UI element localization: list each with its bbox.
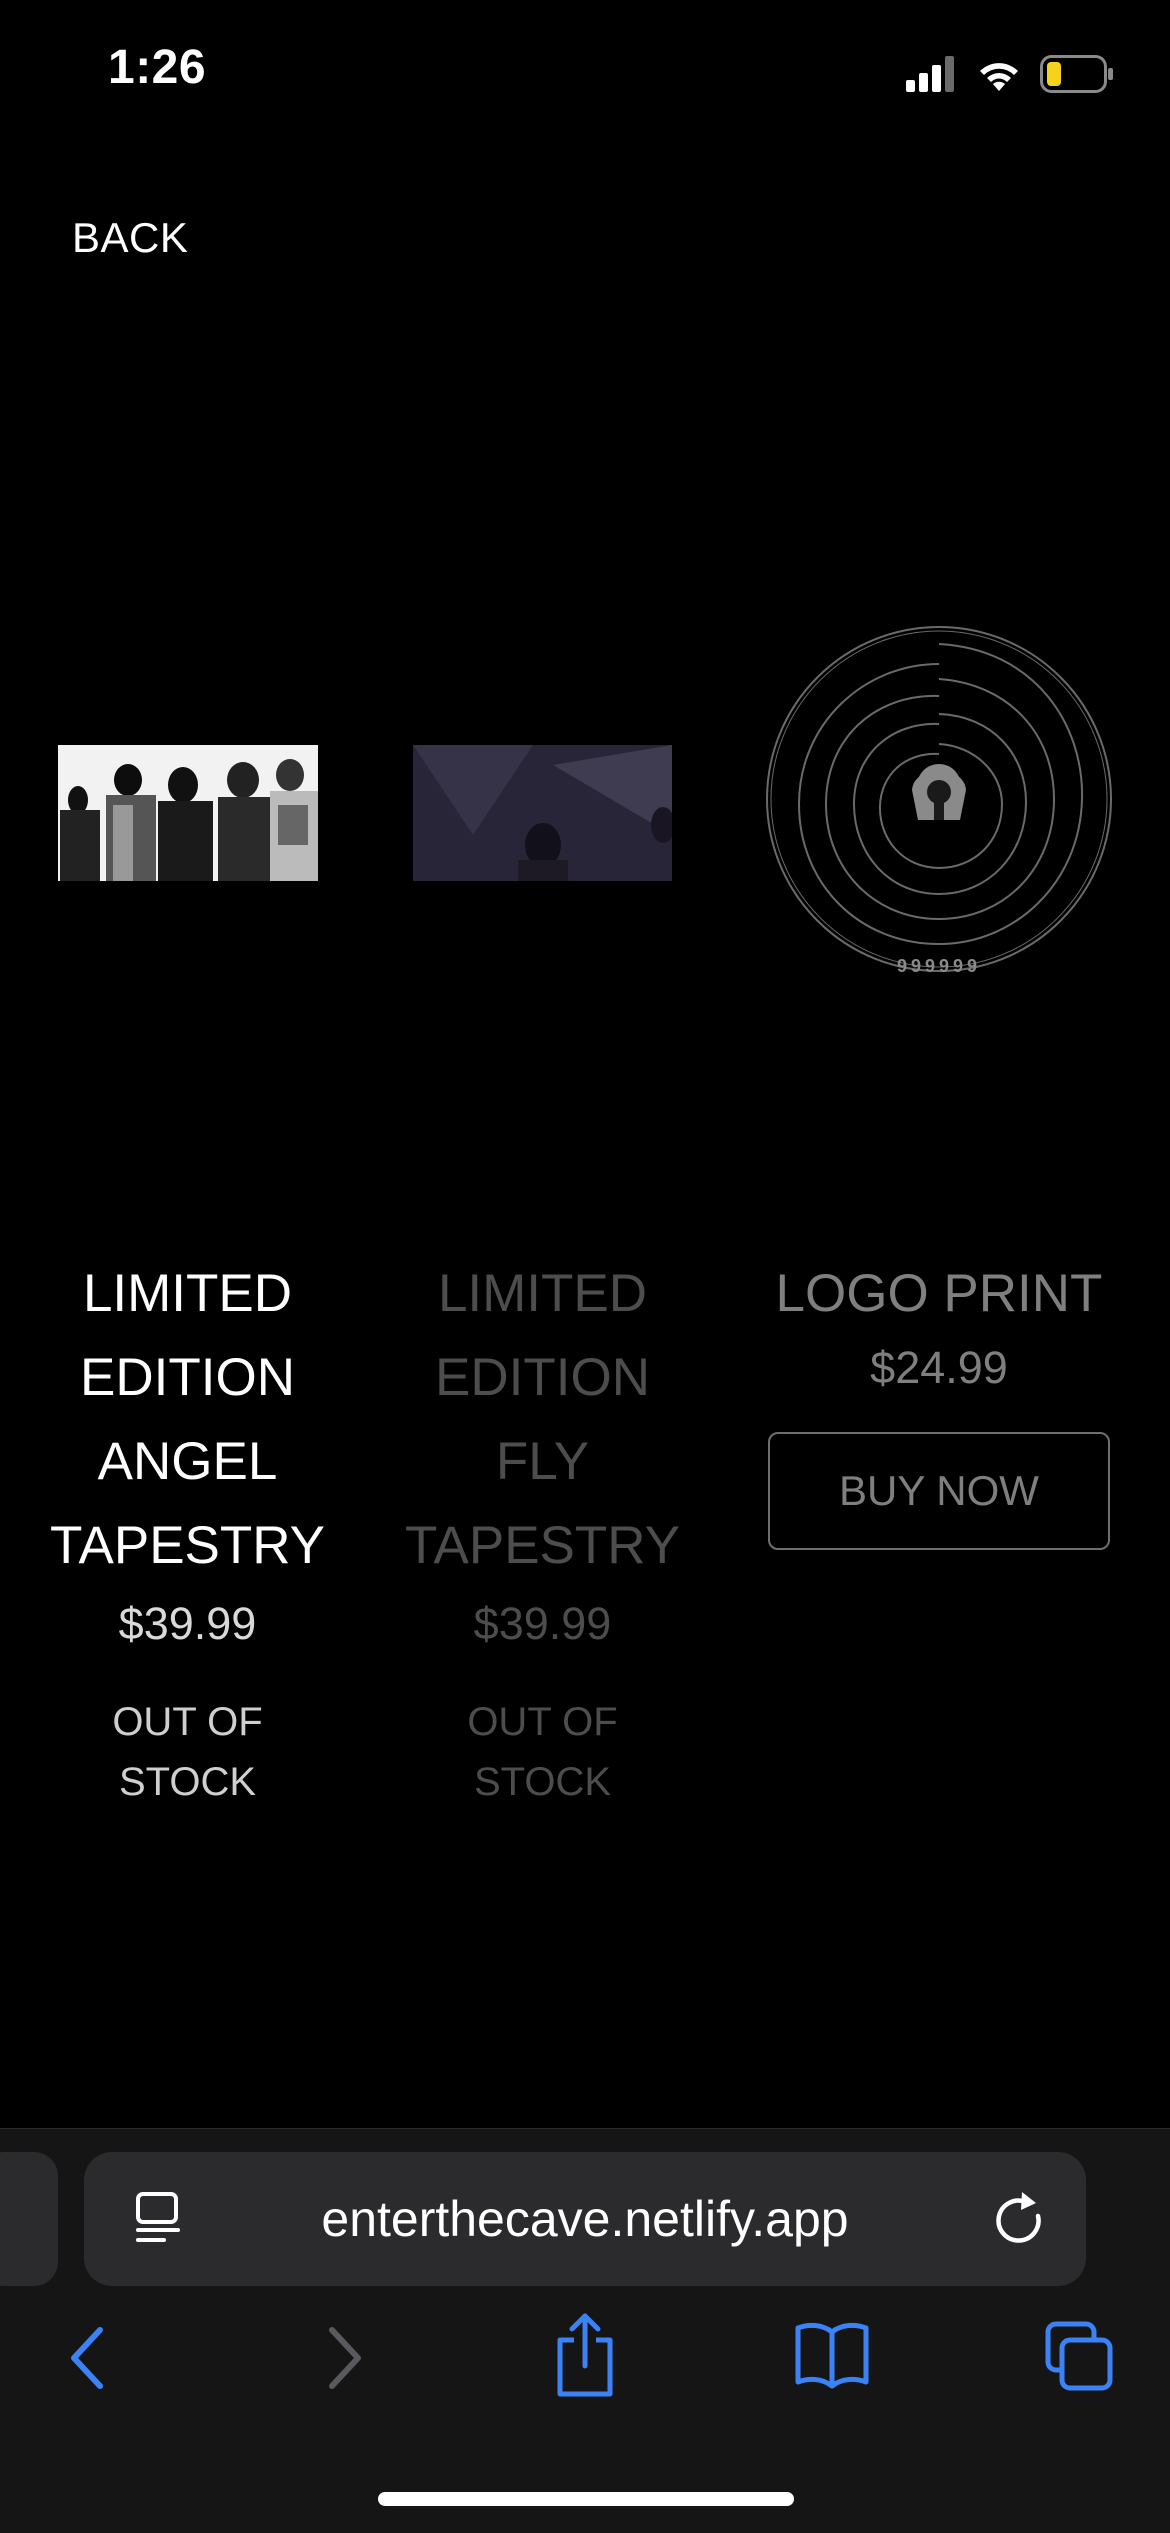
back-link[interactable]: BACK: [72, 214, 188, 262]
product-price: $39.99: [118, 1598, 257, 1649]
product-card-angel-tapestry: LIMITED EDITION ANGEL TAPESTRY $39.99 OU…: [40, 1252, 335, 1812]
bookmarks-icon[interactable]: [794, 2320, 870, 2395]
product-name: LIMITED EDITION ANGEL TAPESTRY: [50, 1264, 325, 1575]
fly-tapestry-photo[interactable]: [413, 745, 672, 881]
stock-status: OUT OF STOCK: [112, 1700, 263, 1804]
wifi-icon: [980, 63, 1018, 91]
logo-print-spiral-art: 999999: [766, 626, 1112, 976]
status-icons: [906, 52, 1114, 96]
stock-status: OUT OF STOCK: [467, 1700, 618, 1804]
product-name: LOGO PRINT: [775, 1264, 1103, 1323]
logo-print-number: 999999: [897, 956, 981, 976]
url-text: enterthecave.netlify.app: [321, 2191, 849, 2247]
share-icon[interactable]: [552, 2310, 618, 2405]
home-indicator: [378, 2492, 794, 2506]
product-card-fly-tapestry: LIMITED EDITION FLY TAPESTRY $39.99 OUT …: [395, 1252, 690, 1812]
status-bar: 1:26: [0, 0, 1170, 150]
product-price: $24.99: [870, 1342, 1008, 1393]
browser-toolbar: [0, 2310, 1170, 2420]
address-bar[interactable]: enterthecave.netlify.app: [84, 2152, 1086, 2286]
angel-tapestry-photo-art: [58, 745, 318, 881]
buy-now-button[interactable]: BUY NOW: [768, 1432, 1110, 1550]
angel-tapestry-photo[interactable]: [58, 745, 318, 881]
status-time: 1:26: [108, 41, 207, 94]
product-card-logo-print: LOGO PRINT $24.99 BUY NOW: [760, 1252, 1118, 1550]
previous-tab-preview[interactable]: [0, 2152, 58, 2286]
logo-print-artwork[interactable]: 999999: [764, 614, 1114, 989]
fly-tapestry-photo-art: [413, 745, 672, 881]
reload-icon[interactable]: [992, 2190, 1048, 2253]
product-name: LIMITED EDITION FLY TAPESTRY: [405, 1264, 680, 1575]
cellular-signal-icon: [906, 56, 954, 92]
back-chevron-icon[interactable]: [66, 2320, 110, 2401]
tabs-icon[interactable]: [1044, 2320, 1114, 2397]
forward-chevron-icon[interactable]: [322, 2320, 366, 2401]
battery-icon: [1040, 55, 1113, 93]
product-price: $39.99: [473, 1598, 612, 1649]
